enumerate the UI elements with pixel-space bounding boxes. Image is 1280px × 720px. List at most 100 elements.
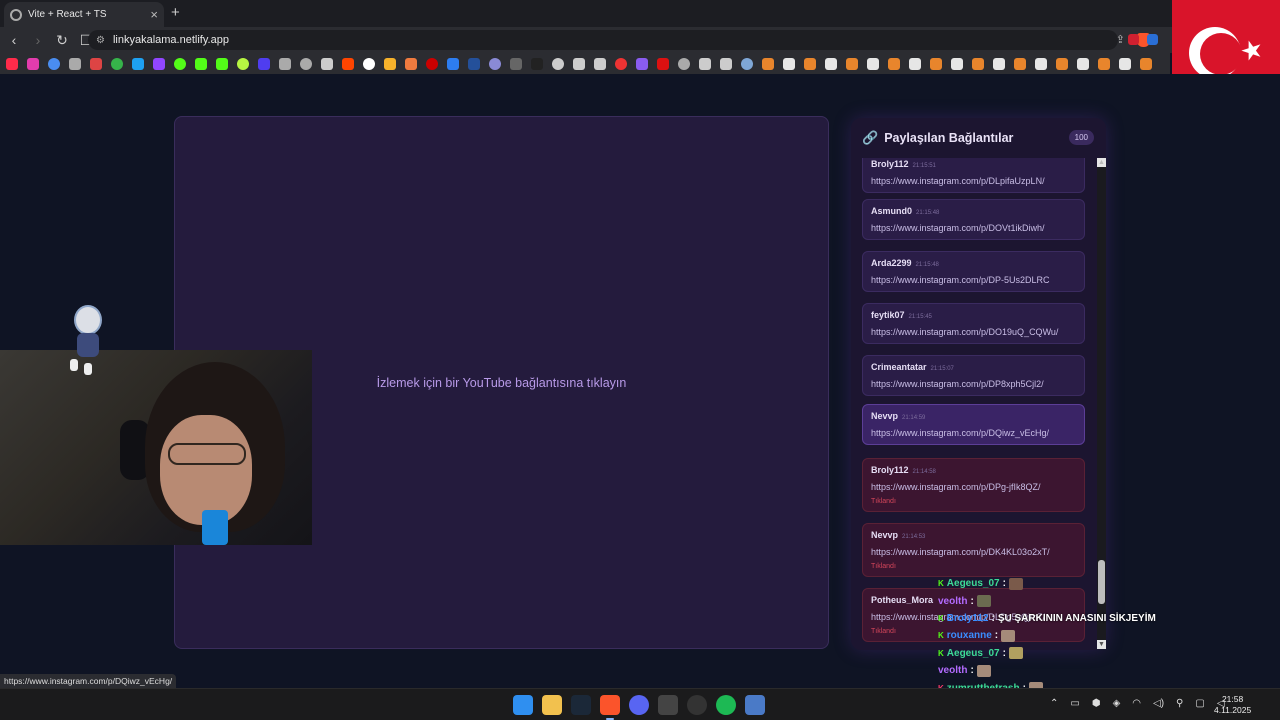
bookmark-icon[interactable] [69,57,81,70]
link-card[interactable]: Crimeantatar 21:15:07 https://www.instagra… [862,355,1085,396]
display-icon[interactable]: ▢ [1195,698,1204,709]
bookmark-icon[interactable] [720,57,732,70]
folder-bookmark-icon[interactable] [804,57,816,70]
bookmark-icon[interactable] [132,57,144,70]
bookmark-icon[interactable] [531,57,543,70]
settings-app-icon[interactable] [745,695,765,715]
wifi-icon[interactable]: ◠ [1132,698,1141,709]
link-card[interactable]: feytik07 21:15:45 https://www.instagram.co… [862,303,1085,344]
bookmark-icon[interactable] [489,57,501,70]
bookmark-icon[interactable] [27,57,39,70]
steam-tray-icon[interactable]: ◈ [1113,698,1121,709]
folder-bookmark-icon[interactable] [888,57,900,70]
link-card[interactable]: Arda2299 21:15:48 https://www.instagram.co… [862,251,1085,292]
folder-bookmark-icon[interactable] [1056,57,1068,70]
obs-icon[interactable] [658,695,678,715]
folder-bookmark-icon[interactable] [762,57,774,70]
bookmark-icon[interactable] [321,57,333,70]
folder-bookmark-icon[interactable] [972,57,984,70]
bookmark-icon[interactable] [342,57,354,70]
bookmark-icon[interactable] [153,57,165,70]
bookmark-icon[interactable] [615,57,627,70]
bookmark-icon[interactable] [510,57,522,70]
back-button[interactable]: ‹ [4,32,24,48]
shield-icon[interactable]: ⬢ [1092,698,1101,709]
new-tab-button[interactable]: + [171,4,180,21]
bookmark-icon[interactable] [678,57,690,70]
bookmark-icon[interactable] [699,57,711,70]
link-url[interactable]: https://www.instagram.com/p/DP-5Us2DLRC [871,275,1076,285]
bookmark-icon[interactable] [279,57,291,70]
bookmark-icon[interactable] [384,57,396,70]
discord-icon[interactable] [629,695,649,715]
steam-bookmark-icon[interactable] [825,57,837,70]
bookmark-icon[interactable] [174,57,186,70]
bookmark-icon[interactable] [48,57,60,70]
link-url[interactable]: https://www.instagram.com/p/DLpifaUzpLN/ [871,176,1076,186]
link-url[interactable]: https://www.instagram.com/p/DK4KL03o2xT/ [871,547,1076,557]
bookmark-icon[interactable] [468,57,480,70]
link-card[interactable]: Broly112 21:14:58 https://www.instagram.co… [862,458,1085,512]
bookmark-icon[interactable] [216,57,228,70]
bookmark-icon[interactable] [657,57,669,70]
app-icon[interactable] [687,695,707,715]
bookmark-icon[interactable] [573,57,585,70]
link-url[interactable]: https://www.instagram.com/p/DO19uQ_CQWu/ [871,327,1076,337]
bookmark-icon[interactable] [90,57,102,70]
link-card[interactable]: Nevvp 21:14:53 https://www.instagram.com/p… [862,523,1085,577]
reload-button[interactable]: ↻ [52,32,72,49]
share-icon[interactable]: ⇪ [1116,33,1125,47]
folder-bookmark-icon[interactable] [846,57,858,70]
bookmark-icon[interactable] [447,57,459,70]
bookmark-icon[interactable] [636,57,648,70]
speaker-icon[interactable]: ◁) [1153,698,1164,709]
site-settings-icon[interactable]: ⚙ [96,35,105,46]
forward-button[interactable]: › [28,32,48,48]
brave-browser-icon[interactable] [600,695,620,720]
folder-bookmark-icon[interactable] [1140,57,1152,70]
steam-bookmark-icon[interactable] [993,57,1005,70]
bookmark-icon[interactable] [405,57,417,70]
browser-tab[interactable]: Vite + React + TS × [4,2,164,27]
bookmark-icon[interactable] [195,57,207,70]
extension-icon[interactable] [1147,34,1158,45]
link-card[interactable]: Nevvp 21:14:59 https://www.instagram.com/p… [862,404,1085,445]
folder-bookmark-icon[interactable] [1014,57,1026,70]
scroll-up-arrow[interactable]: ▲ [1097,158,1106,167]
bookmark-icon[interactable] [741,57,753,70]
steam-bookmark-icon[interactable] [951,57,963,70]
address-bar[interactable]: ⚙ linkyakalama.netlify.app [88,30,1118,50]
steam-bookmark-icon[interactable] [909,57,921,70]
steam-bookmark-icon[interactable] [783,57,795,70]
bookmark-icon[interactable] [6,57,18,70]
url-text[interactable]: linkyakalama.netlify.app [113,34,229,46]
bookmark-icon[interactable] [300,57,312,70]
bookmark-icon[interactable] [111,57,123,70]
bookmark-icon[interactable] [594,57,606,70]
link-url[interactable]: https://www.instagram.com/p/DP8xph5Cjl2/ [871,379,1076,389]
bookmark-icon[interactable] [363,57,375,70]
battery-icon[interactable]: ▭ [1070,698,1079,709]
close-tab-icon[interactable]: × [150,8,158,21]
link-url[interactable]: https://www.instagram.com/p/DPg-jfIk8QZ/ [871,482,1076,492]
steam-icon[interactable] [571,695,591,715]
link-card[interactable]: Broly112 21:15:51 https://www.instagram.co… [862,158,1085,193]
steam-bookmark-icon[interactable] [1077,57,1089,70]
steam-bookmark-icon[interactable] [1035,57,1047,70]
bookmark-icon[interactable] [552,57,564,70]
steam-bookmark-icon[interactable] [867,57,879,70]
microphone-icon[interactable]: ⚲ [1176,698,1183,709]
ublock-icon[interactable] [1128,34,1139,45]
folder-bookmark-icon[interactable] [930,57,942,70]
bookmark-icon[interactable] [258,57,270,70]
steam-bookmark-icon[interactable] [1119,57,1131,70]
bookmark-icon[interactable] [237,57,249,70]
link-card[interactable]: Asmund0 21:15:48 https://www.instagram.com… [862,199,1085,240]
chevron-up-icon[interactable]: ⌃ [1050,698,1058,709]
folder-bookmark-icon[interactable] [1098,57,1110,70]
link-url[interactable]: https://www.instagram.com/p/DOVt1ikDiwh/ [871,223,1076,233]
windows-start-icon[interactable] [513,695,533,715]
file-explorer-icon[interactable] [542,695,562,715]
spotify-icon[interactable] [716,695,736,715]
taskbar-clock[interactable]: 21:58 4.11.2025 [1214,694,1251,716]
